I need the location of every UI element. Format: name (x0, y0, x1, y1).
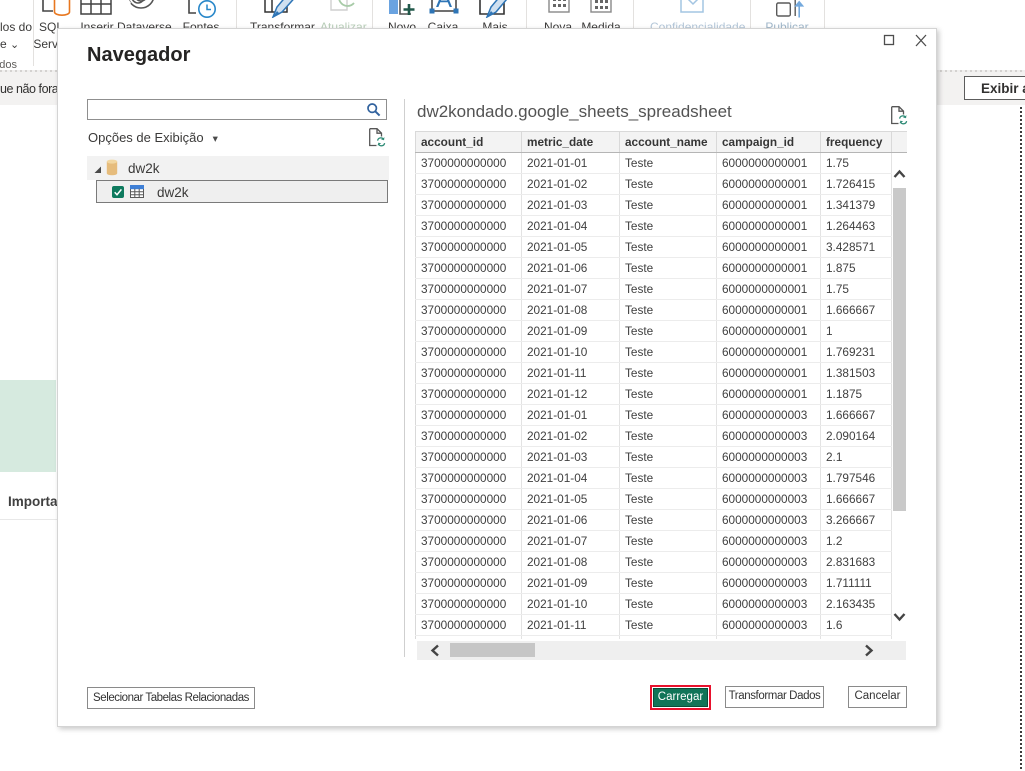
svg-text:A: A (436, 0, 452, 13)
